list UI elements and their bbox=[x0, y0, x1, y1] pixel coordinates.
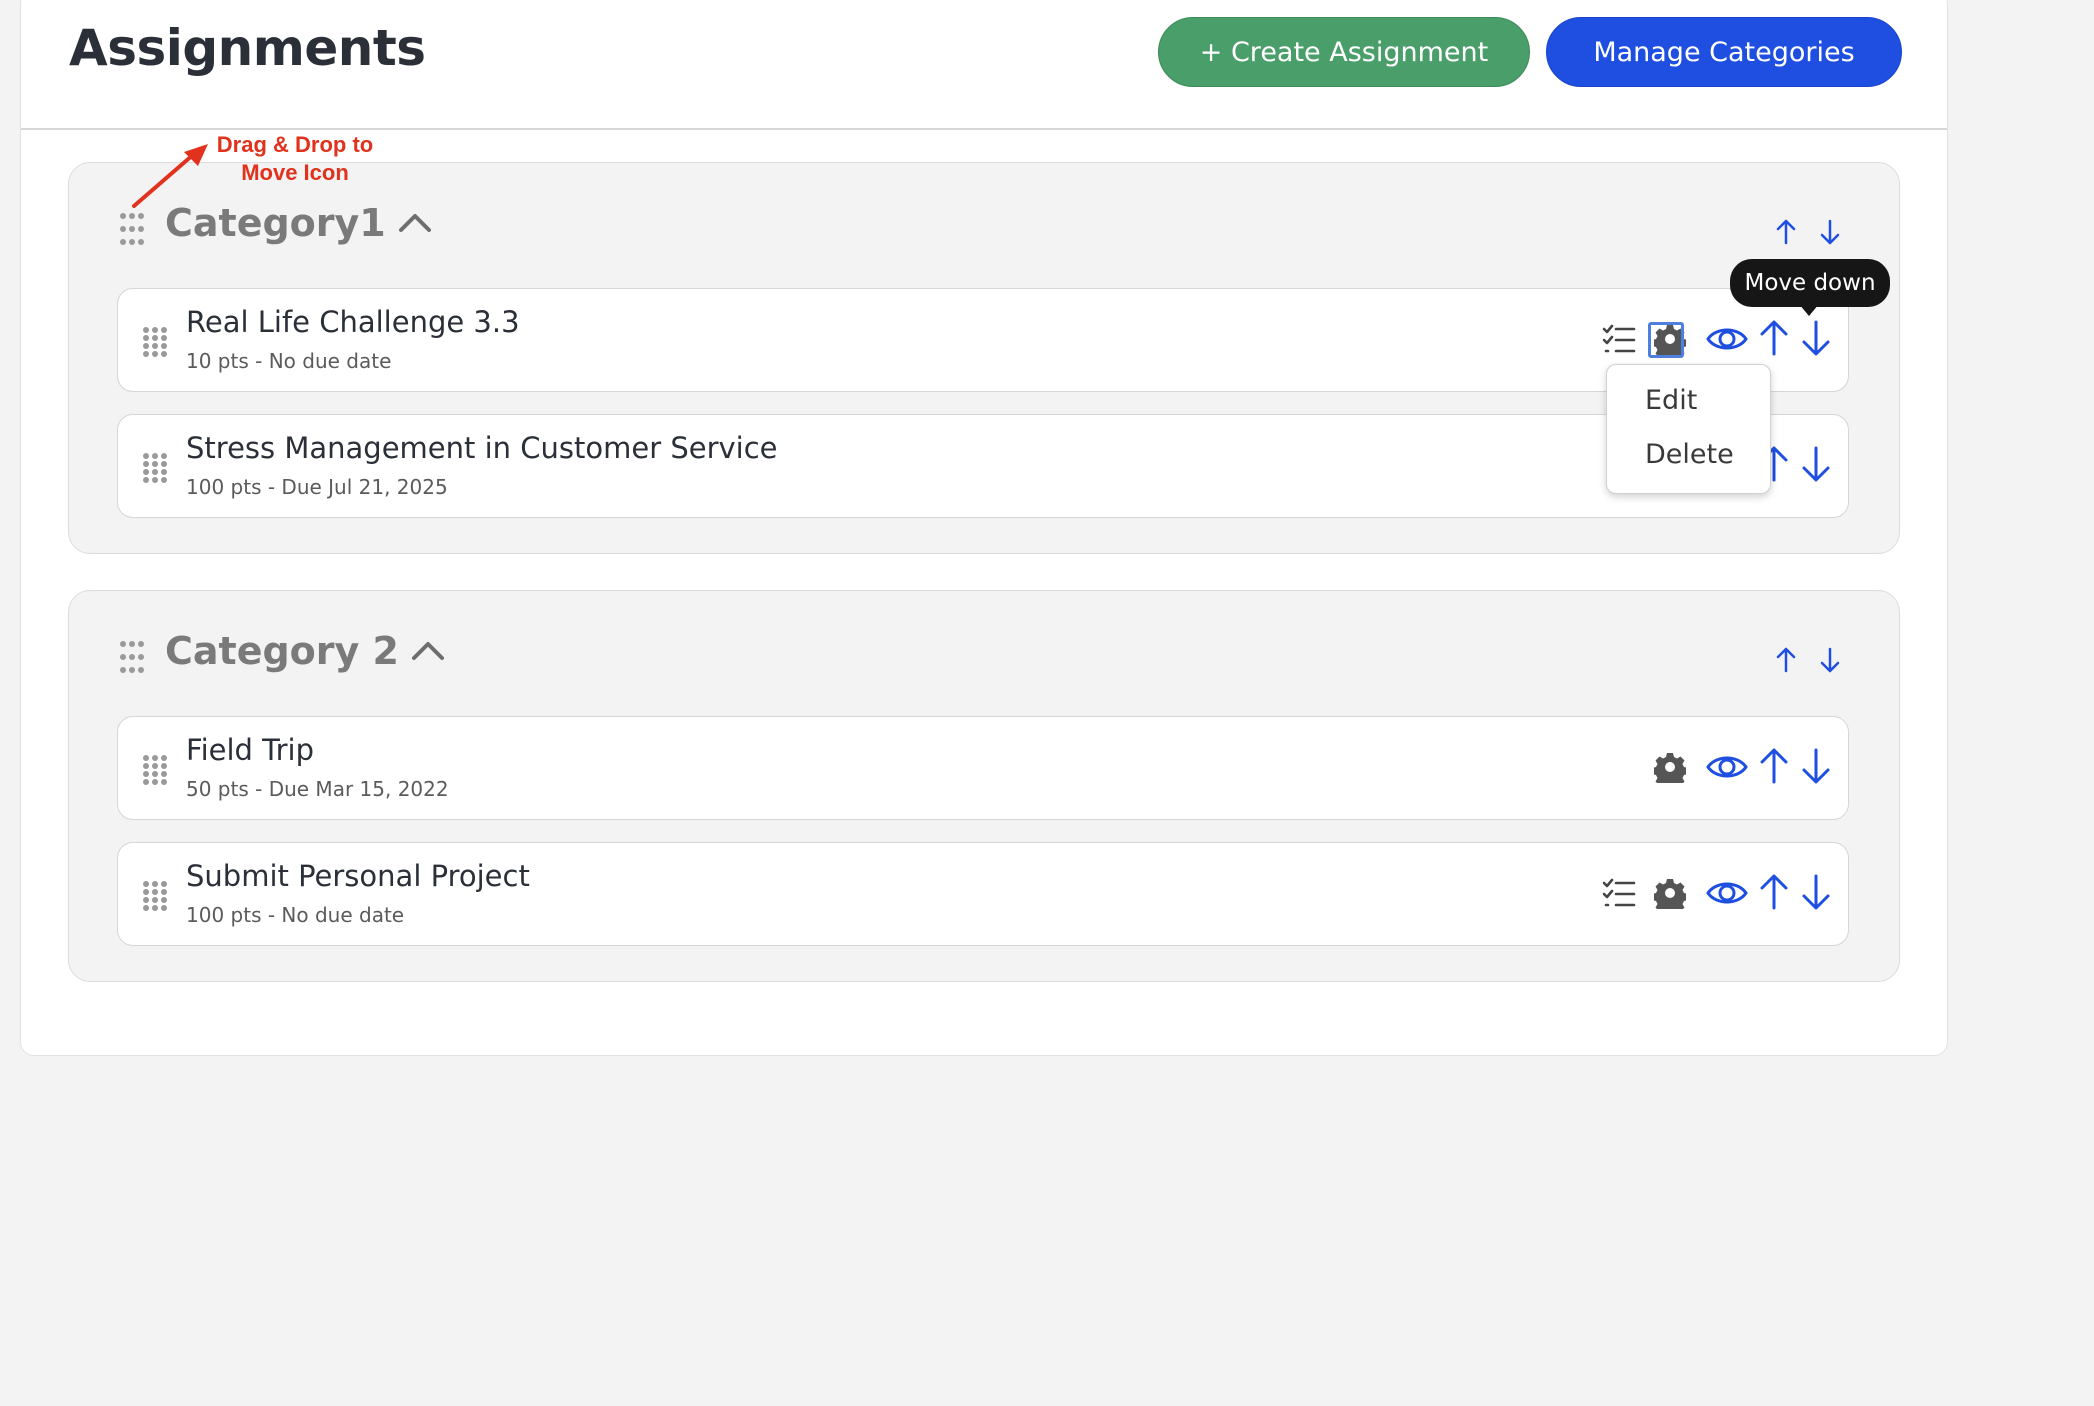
checklist-icon[interactable] bbox=[1602, 878, 1636, 910]
drag-handle-icon[interactable] bbox=[119, 640, 145, 674]
gear-icon[interactable] bbox=[1654, 751, 1686, 783]
assignment-card[interactable]: Field Trip 50 pts - Due Mar 15, 2022 bbox=[117, 716, 1849, 820]
category-title: Category 2 bbox=[165, 629, 399, 673]
header-divider bbox=[21, 128, 1947, 130]
assignment-title: Stress Management in Customer Service bbox=[186, 431, 778, 465]
eye-icon[interactable] bbox=[1706, 751, 1748, 783]
menu-item-edit[interactable]: Edit bbox=[1645, 385, 1697, 416]
assignment-meta: 100 pts - Due Jul 21, 2025 bbox=[186, 475, 448, 499]
assignment-meta: 100 pts - No due date bbox=[186, 903, 405, 927]
assignment-title: Submit Personal Project bbox=[186, 859, 530, 893]
annotation-line-2: Move Icon bbox=[241, 160, 349, 185]
chevron-up-icon[interactable] bbox=[398, 211, 432, 233]
drag-handle-icon[interactable] bbox=[142, 453, 168, 483]
drag-handle-icon[interactable] bbox=[142, 327, 168, 357]
assignment-card[interactable]: Stress Management in Customer Service 10… bbox=[117, 414, 1849, 518]
category-section: Category1 Real Life Challenge 3.3 10 pts… bbox=[68, 162, 1900, 554]
arrow-down-icon[interactable] bbox=[1800, 445, 1832, 483]
gear-context-menu: Edit Delete bbox=[1606, 364, 1771, 494]
page-title: Assignments bbox=[69, 19, 426, 77]
move-down-tooltip: Move down bbox=[1730, 259, 1890, 307]
arrow-down-icon[interactable] bbox=[1819, 219, 1841, 245]
arrow-down-icon[interactable] bbox=[1800, 873, 1832, 911]
checklist-icon[interactable] bbox=[1602, 324, 1636, 356]
manage-categories-button[interactable]: Manage Categories bbox=[1546, 17, 1902, 87]
arrow-up-icon[interactable] bbox=[1758, 319, 1790, 357]
arrow-down-icon[interactable] bbox=[1800, 747, 1832, 785]
chevron-up-icon[interactable] bbox=[411, 639, 445, 661]
assignment-title: Real Life Challenge 3.3 bbox=[186, 305, 520, 339]
drag-handle-icon[interactable] bbox=[119, 212, 145, 246]
assignment-card[interactable]: Submit Personal Project 100 pts - No due… bbox=[117, 842, 1849, 946]
arrow-up-icon[interactable] bbox=[1758, 873, 1790, 911]
arrow-up-icon[interactable] bbox=[1758, 747, 1790, 785]
arrow-down-icon[interactable] bbox=[1800, 319, 1832, 357]
drag-drop-annotation: Drag & Drop to Move Icon bbox=[205, 131, 385, 187]
gear-focus-ring bbox=[1648, 322, 1684, 358]
arrow-up-icon[interactable] bbox=[1775, 647, 1797, 673]
eye-icon[interactable] bbox=[1706, 323, 1748, 355]
create-assignment-button[interactable]: + Create Assignment bbox=[1158, 17, 1530, 87]
menu-item-delete[interactable]: Delete bbox=[1645, 439, 1734, 470]
arrow-down-icon[interactable] bbox=[1819, 647, 1841, 673]
tooltip-tail bbox=[1799, 304, 1819, 316]
drag-handle-icon[interactable] bbox=[142, 755, 168, 785]
arrow-up-icon[interactable] bbox=[1775, 219, 1797, 245]
gear-icon[interactable] bbox=[1654, 877, 1686, 909]
category-section: Category 2 Field Trip 50 pts - Due Mar 1… bbox=[68, 590, 1900, 982]
annotation-line-1: Drag & Drop to bbox=[216, 132, 374, 157]
annotation-arrow-icon bbox=[132, 144, 208, 208]
assignment-meta: 10 pts - No due date bbox=[186, 349, 392, 373]
assignment-title: Field Trip bbox=[186, 733, 314, 767]
drag-handle-icon[interactable] bbox=[142, 881, 168, 911]
assignment-card[interactable]: Real Life Challenge 3.3 10 pts - No due … bbox=[117, 288, 1849, 392]
assignment-meta: 50 pts - Due Mar 15, 2022 bbox=[186, 777, 449, 801]
eye-icon[interactable] bbox=[1706, 877, 1748, 909]
